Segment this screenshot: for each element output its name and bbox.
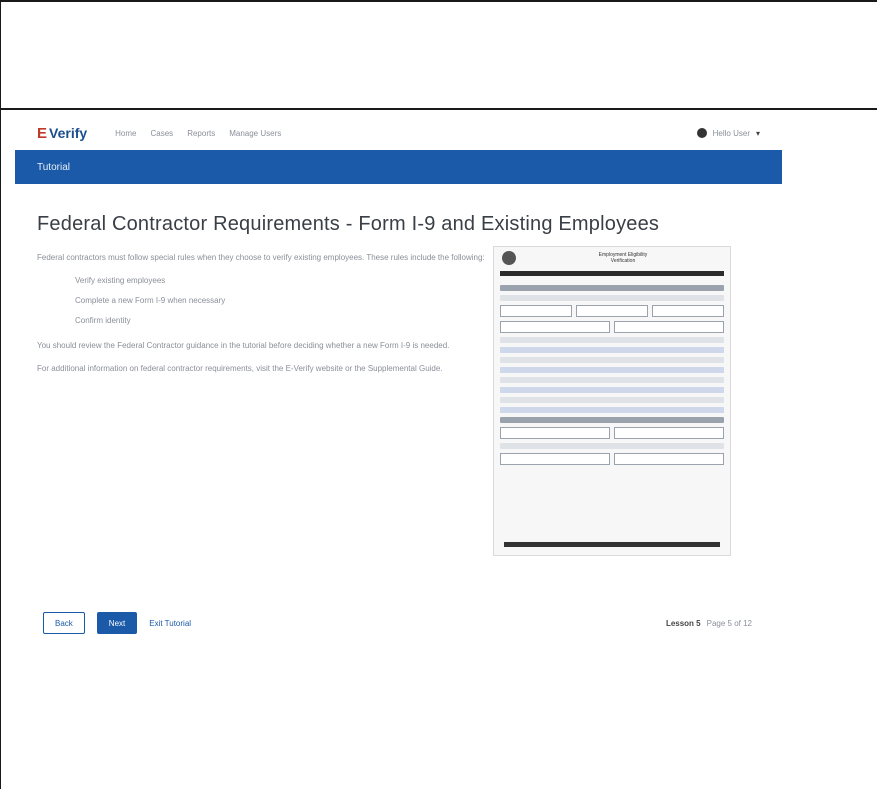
form-footer-bar <box>504 541 720 547</box>
form-line <box>500 377 724 383</box>
lesson-label: Lesson 5 <box>665 619 701 628</box>
form-divider <box>500 271 724 276</box>
user-icon <box>696 128 707 138</box>
form-title: Employment Eligibility Verification <box>524 252 722 264</box>
form-line <box>500 285 724 291</box>
frame-left-border <box>0 110 1 789</box>
user-label: Hello User <box>712 128 750 138</box>
form-row <box>500 305 724 317</box>
requirements-list: Verify existing employees Complete a new… <box>37 274 487 327</box>
form-body <box>494 278 730 472</box>
form-line <box>500 357 724 363</box>
form-header: Employment Eligibility Verification <box>494 247 730 269</box>
dhs-seal-icon <box>502 251 516 265</box>
logo-mark: E <box>37 124 48 142</box>
next-button[interactable]: Next <box>96 612 138 634</box>
nav-links: Home Cases Reports Manage Users <box>115 129 281 138</box>
app-window: E Verify Home Cases Reports Manage Users… <box>15 116 782 636</box>
tutorial-content: Federal contractors must follow special … <box>37 251 487 385</box>
page-indicator: Lesson 5 Page 5 of 12 <box>666 619 752 628</box>
form-line <box>500 367 724 373</box>
everify-logo[interactable]: E Verify <box>37 125 87 142</box>
form-line <box>500 443 724 449</box>
section-banner: Tutorial <box>15 150 782 184</box>
form-line <box>500 417 724 423</box>
form-line <box>500 387 724 393</box>
back-button[interactable]: Back <box>43 612 85 634</box>
form-row <box>500 321 724 333</box>
logo-name: Verify <box>49 125 88 141</box>
form-line <box>500 295 724 301</box>
user-menu[interactable]: Hello User ▾ <box>696 128 760 138</box>
nav-item-reports[interactable]: Reports <box>187 129 215 138</box>
more-info-paragraph: For additional information on federal co… <box>37 364 443 373</box>
exit-tutorial-link[interactable]: Exit Tutorial <box>149 619 191 628</box>
list-item: Confirm identity <box>75 316 131 325</box>
form-title-line-2: Verification <box>610 258 636 264</box>
form-footer <box>504 541 720 547</box>
form-line <box>500 407 724 413</box>
form-i9-image: Employment Eligibility Verification <box>493 246 731 556</box>
top-navigation: E Verify Home Cases Reports Manage Users… <box>15 116 782 150</box>
form-line <box>500 347 724 353</box>
chevron-down-icon: ▾ <box>755 128 760 138</box>
form-row <box>500 427 724 439</box>
form-line <box>500 397 724 403</box>
form-row <box>500 453 724 465</box>
browser-chrome-frame <box>0 0 877 110</box>
nav-item-cases[interactable]: Cases <box>151 129 174 138</box>
guidance-paragraph: You should review the Federal Contractor… <box>37 341 450 350</box>
list-item: Verify existing employees <box>75 276 166 285</box>
nav-item-manage-users[interactable]: Manage Users <box>229 129 281 138</box>
page-title: Federal Contractor Requirements - Form I… <box>37 213 660 235</box>
nav-item-home[interactable]: Home <box>115 129 136 138</box>
page-count: Page 5 of 12 <box>706 619 752 628</box>
intro-paragraph: Federal contractors must follow special … <box>37 253 485 262</box>
section-label: Tutorial <box>37 161 70 173</box>
list-item: Complete a new Form I-9 when necessary <box>75 296 226 305</box>
form-line <box>500 337 724 343</box>
tutorial-controls: Back Next Exit Tutorial <box>43 612 191 634</box>
